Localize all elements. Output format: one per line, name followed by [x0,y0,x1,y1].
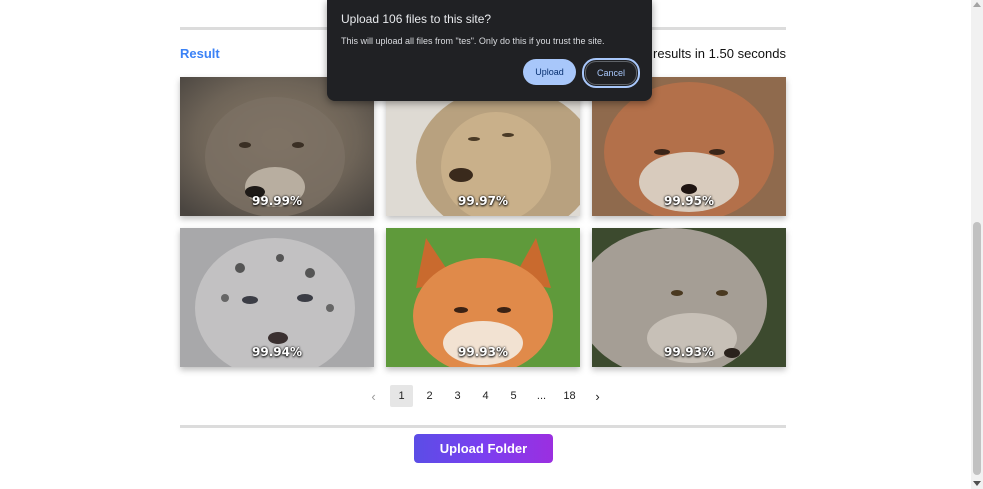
result-card[interactable]: 99.93% [592,228,786,367]
result-card[interactable]: 99.93% [386,228,580,367]
scroll-up-arrow-icon[interactable] [973,2,981,7]
upload-confirm-dialog: Upload 106 files to this site? This will… [327,0,652,101]
confidence-score: 99.93% [458,345,508,359]
page-ellipsis: ... [536,390,547,402]
chevron-left-icon[interactable]: ‹ [362,385,385,407]
confidence-score: 99.94% [252,345,302,359]
page-button[interactable]: 4 [474,385,497,407]
confidence-score: 99.93% [664,345,714,359]
upload-folder-button[interactable]: Upload Folder [414,434,553,463]
vertical-scrollbar[interactable] [971,0,983,489]
page-button[interactable]: 1 [390,385,413,407]
page-button[interactable]: 18 [558,385,581,407]
dialog-cancel-button[interactable]: Cancel [582,58,640,88]
dialog-upload-button[interactable]: Upload [523,59,576,85]
page-button[interactable]: 5 [502,385,525,407]
result-heading: Result [180,46,220,61]
chevron-right-icon[interactable]: › [586,385,609,407]
dialog-title: Upload 106 files to this site? [341,12,492,26]
confidence-score: 99.99% [252,194,302,208]
scroll-down-arrow-icon[interactable] [973,481,981,486]
scrollbar-thumb[interactable] [973,222,981,475]
page: Result 106 results in 1.50 seconds 99.99… [0,0,971,489]
dialog-message: This will upload all files from "tes". O… [341,36,605,46]
page-button[interactable]: 2 [418,385,441,407]
page-button[interactable]: 3 [446,385,469,407]
confidence-score: 99.95% [664,194,714,208]
divider-bottom [180,425,786,428]
pagination: ‹ 1 2 3 4 5 ... 18 › [362,385,614,407]
result-card[interactable]: 99.94% [180,228,374,367]
confidence-score: 99.97% [458,194,508,208]
